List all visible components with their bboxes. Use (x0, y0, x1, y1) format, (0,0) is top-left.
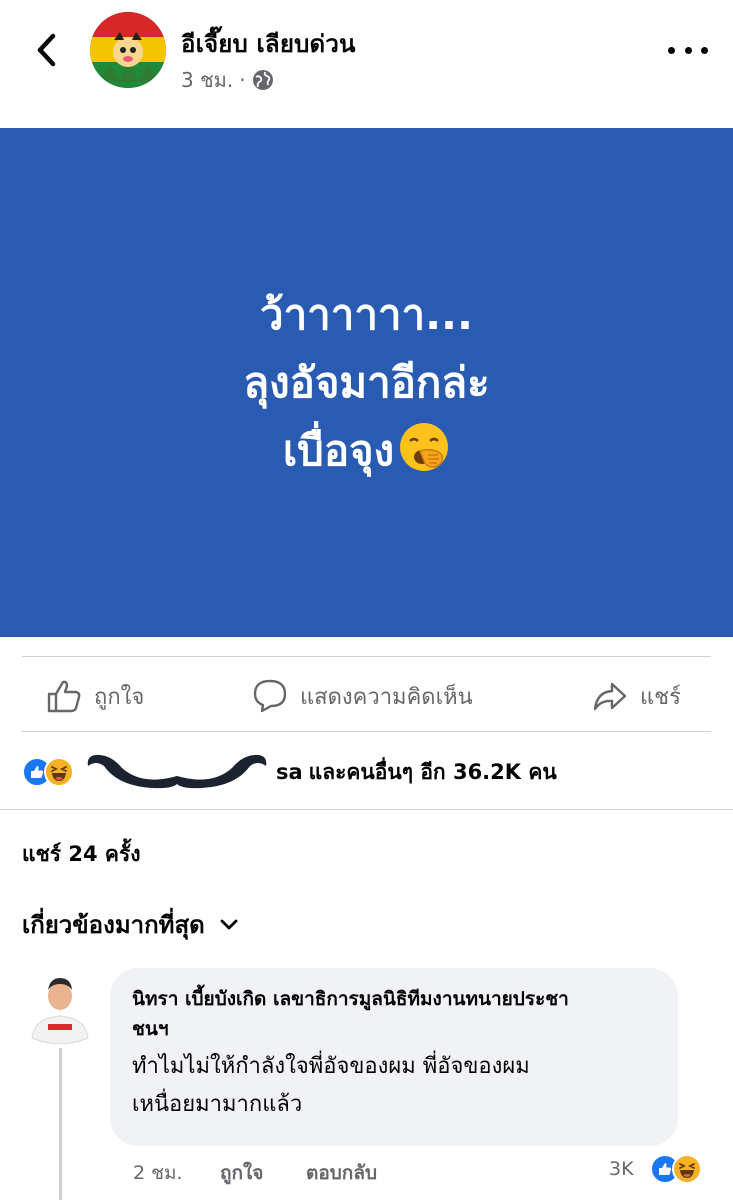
post-text: ว้าาาาาา... ลุงอัจมาอีกล่ะ เบื่อจุง (243, 281, 489, 485)
comment-footer: 2 ชม. ถูกใจ ตอบกลับ 3K (133, 1154, 713, 1188)
sort-label: เกี่ยวข้องมากที่สุด (22, 911, 205, 939)
comment-button[interactable]: แสดงความคิดเห็น (252, 662, 473, 730)
haha-reaction-icon (44, 757, 74, 787)
comment-text-line-1: ทำไมไม่ให้กำลังใจพี่อัจของผม พี่อัจของผม (132, 1054, 530, 1079)
haha-reaction-icon (672, 1154, 702, 1184)
post-action-bar: ถูกใจ แสดงความคิดเห็น แชร์ (0, 662, 733, 730)
post-header: อีเจี๊ยบ เลียบด่วน 3 ชม. · (0, 0, 733, 128)
meta-separator: · (239, 68, 246, 92)
comment-bubble[interactable]: นิทรา เบี้ยบังเกิด เลขาธิการมูลนิธิทีมงา… (110, 968, 678, 1146)
back-button[interactable] (28, 30, 64, 70)
commenter-name[interactable]: นิทรา เบี้ยบังเกิด เลขาธิการมูลนิธิทีมงา… (132, 984, 656, 1044)
globe-icon[interactable] (252, 69, 274, 91)
dot-icon (701, 46, 708, 54)
comment-text-line-2: เหนื่อยมามากแล้ว (132, 1092, 303, 1117)
reactions-count-text: และคนอื่นๆ อีก 36.2K คน (308, 759, 557, 784)
reply-thread-line (59, 1048, 62, 1200)
more-options-button[interactable] (668, 38, 708, 62)
comment-like-button[interactable]: ถูกใจ (220, 1158, 263, 1188)
divider (22, 656, 711, 657)
dot-icon (668, 46, 675, 54)
comment-text: ทำไมไม่ให้กำลังใจพี่อัจของผม พี่อัจของผม… (132, 1048, 656, 1124)
commenter-avatar[interactable] (28, 968, 92, 1045)
post-meta: 3 ชม. · (181, 64, 274, 96)
post-time[interactable]: 3 ชม. (181, 64, 233, 96)
redaction-mustache-icon (87, 754, 267, 789)
comment-sort-dropdown[interactable]: เกี่ยวข้องมากที่สุด (22, 905, 239, 944)
post-line-1: ว้าาาาาา... (260, 289, 473, 339)
share-count[interactable]: แชร์ 24 ครั้ง (22, 838, 141, 871)
post-line-2: ลุงอัจมาอีกล่ะ (243, 357, 490, 407)
commenter-name-line-1: นิทรา เบี้ยบังเกิด เลขาธิการมูลนิธิทีมงา… (132, 988, 569, 1010)
divider (0, 809, 733, 810)
like-label: ถูกใจ (94, 684, 145, 710)
reactions-partial-name: sa (276, 760, 303, 784)
post-text-card[interactable]: ว้าาาาาา... ลุงอัจมาอีกล่ะ เบื่อจุง (0, 128, 733, 637)
yawning-face-icon (400, 422, 449, 471)
comment-reactions[interactable] (650, 1154, 702, 1184)
share-arrow-icon (593, 682, 627, 711)
share-label: แชร์ (640, 684, 681, 710)
post-line-3-text: เบื่อจุง (282, 425, 395, 475)
divider (22, 731, 711, 732)
page-avatar[interactable] (90, 12, 166, 88)
comment-reply-button[interactable]: ตอบกลับ (306, 1158, 377, 1188)
commenter-name-line-2: ชนฯ (132, 1018, 169, 1040)
comment-time[interactable]: 2 ชม. (133, 1158, 183, 1188)
comment-reaction-count[interactable]: 3K (609, 1158, 634, 1180)
reactions-text: sa และคนอื่นๆ อีก 36.2K คน (82, 752, 557, 792)
chevron-down-icon (220, 919, 238, 929)
reactions-summary[interactable]: sa และคนอื่นๆ อีก 36.2K คน (22, 752, 557, 792)
speech-bubble-icon (253, 679, 287, 713)
comment-label: แสดงความคิดเห็น (300, 684, 473, 710)
thumbs-up-icon (47, 680, 81, 713)
page-name[interactable]: อีเจี๊ยบ เลียบด่วน (181, 24, 356, 63)
dot-icon (684, 46, 692, 54)
post-line-3: เบื่อจุง (243, 417, 489, 485)
like-button[interactable]: ถูกใจ (46, 662, 144, 730)
share-button[interactable]: แชร์ (592, 662, 681, 730)
chevron-left-icon (37, 33, 56, 67)
